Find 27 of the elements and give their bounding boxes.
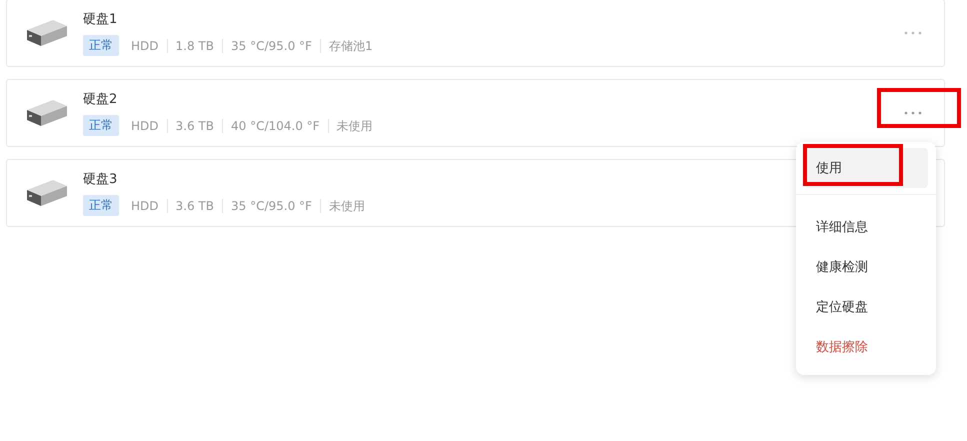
disk-name: 硬盘3	[83, 171, 118, 188]
hard-drive-icon	[25, 18, 69, 48]
more-icon	[904, 111, 922, 115]
disk-type: HDD	[130, 38, 160, 52]
disk-type: HDD	[130, 118, 160, 132]
disk-usage: 存储池1	[320, 38, 381, 52]
menu-item[interactable]: 健康检测	[804, 247, 928, 287]
disk-usage: 未使用	[328, 118, 381, 132]
status-tag: 正常	[83, 195, 119, 216]
disk-type: HDD	[130, 198, 160, 212]
disk-temperature: 35 °C/95.0 °F	[222, 38, 320, 52]
disk-temperature: 40 °C/104.0 °F	[222, 118, 328, 132]
menu-item[interactable]: 详细信息	[804, 207, 928, 247]
status-tag: 正常	[83, 35, 119, 56]
menu-item[interactable]: 数据擦除	[804, 327, 928, 367]
disk-capacity: 3.6 TB	[166, 118, 222, 132]
disk-capacity: 1.8 TB	[166, 38, 222, 52]
disk-name: 硬盘2	[83, 91, 118, 108]
disk-name: 硬盘1	[83, 11, 118, 28]
hard-drive-icon	[25, 178, 69, 208]
disk-usage: 未使用	[320, 198, 373, 212]
disk-temperature: 35 °C/95.0 °F	[222, 198, 320, 212]
disk-capacity: 3.6 TB	[166, 198, 222, 212]
more-icon	[904, 31, 922, 35]
menu-item[interactable]: 定位硬盘	[804, 287, 928, 327]
status-tag: 正常	[83, 115, 119, 136]
hard-drive-icon	[25, 98, 69, 128]
